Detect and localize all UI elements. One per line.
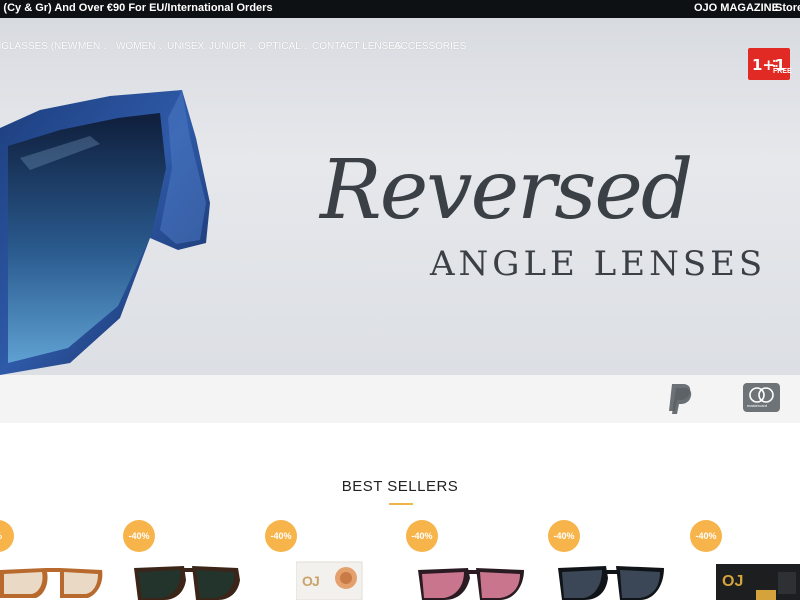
nav-item-optical[interactable]: OPTICAL ⌄ [258,41,309,52]
discount-badge: -40% [548,520,580,552]
nav-item-sunglasses-new[interactable]: NGLASSES (NEW) [0,41,81,52]
svg-text:OJ: OJ [722,573,743,590]
chevron-down-icon: ⌄ [102,44,109,51]
mastercard-label: mastercard [747,403,768,408]
top-bar: €50 (Cy & Gr) And Over €90 For EU/Intern… [0,0,800,18]
badge-small-print: ■■ ■■ [773,58,778,68]
discount-badge: -40% [265,520,297,552]
hero-script-title: Reversed [320,143,693,238]
store-locator-link[interactable]: Store L [775,2,800,14]
product-image-black-sunglasses[interactable] [558,560,668,600]
nav-item-junior[interactable]: JUNIOR ⌄ [209,41,254,52]
product-image-tortoise-sunglasses[interactable] [134,560,244,600]
chevron-down-icon: ⌄ [302,44,309,51]
product-image-pink-sunglasses[interactable] [418,560,528,600]
best-sellers-title: BEST SELLERS [341,478,459,495]
product-image-lens-box-black[interactable]: OJ [716,560,800,600]
paypal-icon [669,384,692,414]
shipping-promo-text: €50 (Cy & Gr) And Over €90 For EU/Intern… [0,2,273,14]
nav-item-men[interactable]: MEN ⌄ [78,41,108,52]
chevron-down-icon: ⌄ [248,44,255,51]
discount-badge: % [0,520,14,552]
ojo-magazine-link[interactable]: OJO MAGAZINE [694,2,779,14]
main-nav: NGLASSES (NEW) MEN ⌄ WOMEN ⌄ UNISEX JUNIOR… [0,18,800,80]
one-plus-one-free-badge[interactable]: 1+1 ■■ ■■ FREE [748,48,792,80]
mastercard-icon: mastercard [743,383,780,412]
nav-item-women[interactable]: WOMEN ⌄ [116,41,163,52]
discount-badge: -40% [690,520,722,552]
chevron-down-icon: ⌄ [157,44,164,51]
nav-item-unisex[interactable]: UNISEX [167,41,204,52]
product-image-contact-lens-box[interactable]: O J [296,560,366,600]
product-image-brown-glasses[interactable] [0,560,110,600]
discount-badge: -40% [123,520,155,552]
nav-item-contact-lenses[interactable]: CONTACT LENSES [312,41,402,52]
hero-subtitle: ANGLE LENSES [430,244,767,284]
svg-text:J: J [312,573,320,589]
nav-item-accessories[interactable]: ACCESSORIES [394,41,466,52]
title-underline [389,503,413,505]
discount-badge: -40% [406,520,438,552]
